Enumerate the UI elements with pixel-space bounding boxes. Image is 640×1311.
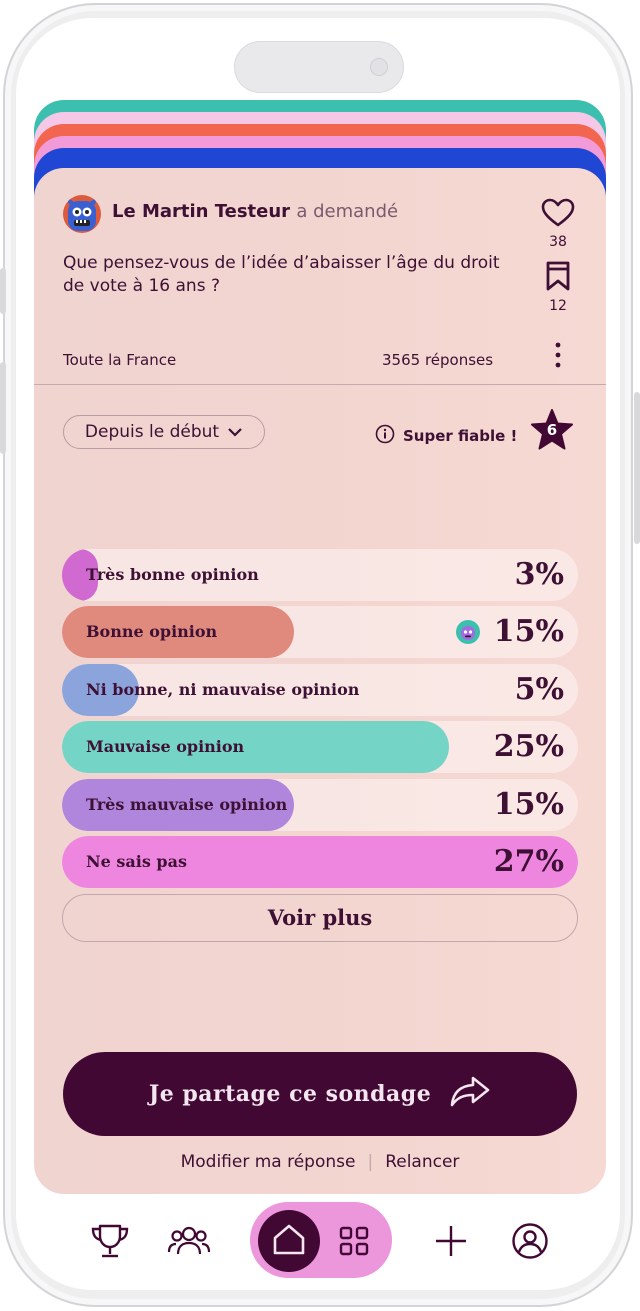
poll-card: Le Martin Testeur a demandé Que pensez-v… xyxy=(34,168,606,1194)
my-answer-avatar-icon xyxy=(456,620,480,644)
poll-question: Que pensez-vous de l’idée d’abaisser l’â… xyxy=(63,253,500,296)
share-poll-button[interactable]: Je partage ce sondage xyxy=(63,1052,577,1136)
nav-grid[interactable] xyxy=(334,1196,374,1290)
author-name[interactable]: Le Martin Testeur xyxy=(112,201,290,222)
author-line: Le Martin Testeur a demandé xyxy=(112,201,398,222)
profile-icon xyxy=(511,1222,549,1264)
level-star-icon: 6 xyxy=(530,408,574,452)
nav-create[interactable] xyxy=(432,1196,470,1290)
result-option[interactable]: Mauvaise opinion 25% xyxy=(62,721,578,773)
share-label: Je partage ce sondage xyxy=(148,1081,432,1107)
bookmark-icon[interactable] xyxy=(538,260,578,296)
more-options-icon[interactable] xyxy=(548,340,568,370)
result-percent: 15% xyxy=(493,614,564,649)
nav-home[interactable] xyxy=(258,1210,320,1272)
result-label: Bonne opinion xyxy=(86,622,218,641)
result-option[interactable]: Très mauvaise opinion 15% xyxy=(62,779,578,831)
side-button xyxy=(0,268,6,314)
modify-answer-link[interactable]: Modifier ma réponse xyxy=(181,1152,356,1172)
result-label: Très mauvaise opinion xyxy=(86,795,288,814)
result-option[interactable]: Bonne opinion 15% xyxy=(62,606,578,658)
secondary-actions: Modifier ma réponse | Relancer xyxy=(34,1152,606,1172)
reliability-info[interactable]: Super fiable ! xyxy=(375,424,517,448)
side-button xyxy=(634,392,640,544)
nav-trophy[interactable] xyxy=(88,1196,132,1290)
result-percent: 15% xyxy=(493,787,564,822)
like-count: 38 xyxy=(549,234,567,250)
share-arrow-icon xyxy=(449,1074,491,1114)
result-percent: 5% xyxy=(514,672,564,707)
see-more-button[interactable]: Voir plus xyxy=(62,894,578,942)
grid-icon xyxy=(338,1225,370,1261)
result-label: Ni bonne, ni mauvaise opinion xyxy=(86,680,360,699)
period-label: Depuis le début xyxy=(84,422,220,442)
result-label: Mauvaise opinion xyxy=(86,737,245,756)
asked-label: a demandé xyxy=(296,201,399,222)
result-option[interactable]: Ne sais pas 27% xyxy=(62,836,578,888)
divider xyxy=(34,384,606,385)
chevron-down-icon xyxy=(227,422,243,442)
reliability-label: Super fiable ! xyxy=(403,427,518,445)
heart-icon[interactable] xyxy=(541,198,575,232)
home-icon xyxy=(271,1221,307,1261)
result-label: Très bonne opinion xyxy=(86,565,259,584)
camera-dot xyxy=(370,58,388,76)
result-option[interactable]: Ni bonne, ni mauvaise opinion 5% xyxy=(62,664,578,716)
result-percent: 25% xyxy=(493,729,564,764)
level-number: 6 xyxy=(546,421,558,439)
response-count: 3565 réponses xyxy=(382,351,494,369)
like-block: 38 12 xyxy=(538,198,578,314)
bookmark-count: 12 xyxy=(549,298,567,314)
result-percent: 3% xyxy=(514,557,564,592)
region-label: Toute la France xyxy=(63,351,177,369)
nav-friends[interactable] xyxy=(166,1196,212,1290)
info-icon xyxy=(375,424,395,448)
result-label: Ne sais pas xyxy=(86,852,187,871)
period-dropdown[interactable]: Depuis le début xyxy=(63,415,265,449)
plus-icon xyxy=(434,1224,468,1262)
nav-profile[interactable] xyxy=(510,1196,550,1290)
author-avatar[interactable] xyxy=(63,195,101,233)
side-button xyxy=(0,362,6,454)
separator: | xyxy=(367,1152,374,1172)
trophy-icon xyxy=(89,1222,131,1264)
relaunch-link[interactable]: Relancer xyxy=(385,1152,459,1172)
friends-icon xyxy=(167,1224,211,1262)
result-option[interactable]: Très bonne opinion 3% xyxy=(62,549,578,601)
result-percent: 27% xyxy=(493,844,564,879)
